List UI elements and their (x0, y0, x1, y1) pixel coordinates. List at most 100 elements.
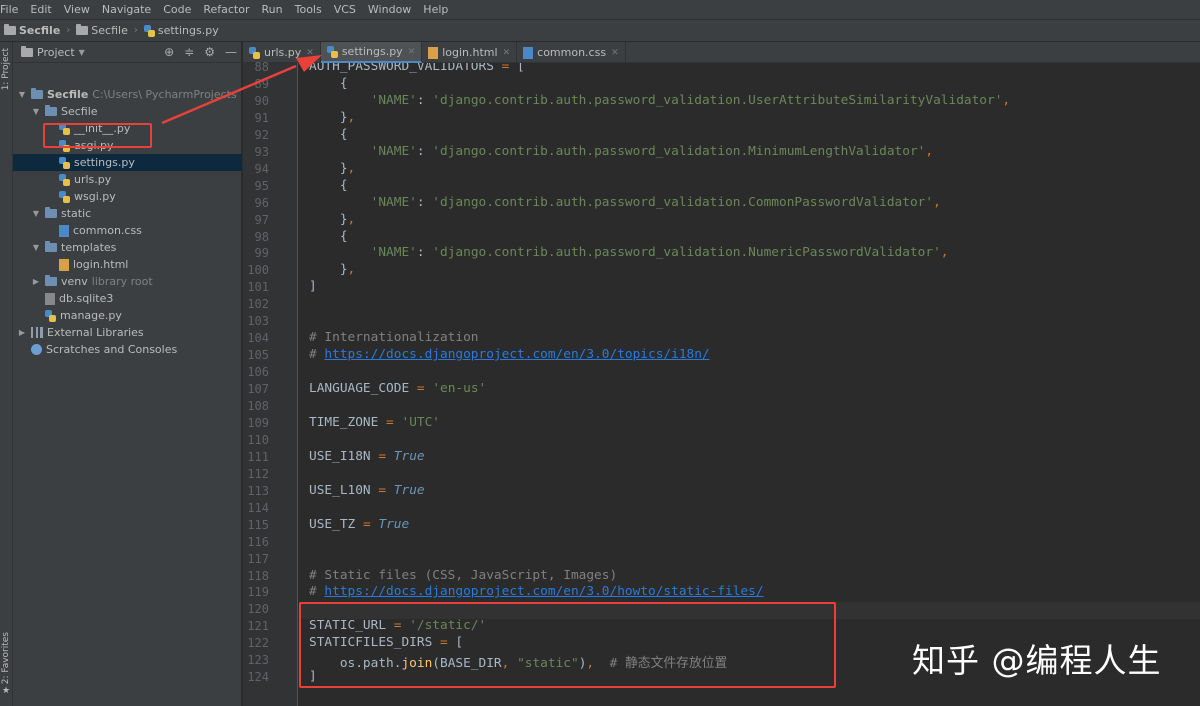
menu-window[interactable]: Window (362, 0, 417, 20)
expanded-arrow-icon[interactable]: ▼ (31, 209, 41, 218)
tree-item[interactable]: login.html (13, 256, 242, 273)
folder-icon (45, 105, 57, 116)
code-line[interactable]: { (309, 127, 348, 142)
tab-label: urls.py (264, 46, 302, 59)
code-line[interactable]: { (309, 229, 348, 244)
menu-file[interactable]: File (0, 0, 24, 20)
line-number: 91 (254, 110, 269, 125)
gear-icon[interactable]: ⚙ (204, 45, 215, 59)
code-line[interactable]: # Static files (CSS, JavaScript, Images) (309, 568, 617, 583)
tree-item-meta: C:\Users\ PycharmProjects (92, 88, 237, 101)
database-file-icon (45, 292, 55, 305)
breadcrumb-item-package[interactable]: Secfile (76, 24, 134, 37)
line-number: 89 (254, 76, 269, 91)
menu-edit[interactable]: Edit (24, 0, 57, 20)
star-icon: ★ (2, 686, 11, 696)
code-line[interactable]: 'NAME': 'django.contrib.auth.password_va… (309, 93, 1011, 108)
tree-item[interactable]: ▶ External Libraries (13, 324, 242, 341)
menu-run[interactable]: Run (256, 0, 289, 20)
tree-item-label: urls.py (74, 173, 112, 186)
html-file-icon (428, 46, 439, 59)
menu-bar: File Edit View Navigate Code Refactor Run Tools… (0, 0, 1200, 20)
code-line[interactable]: 'NAME': 'django.contrib.auth.password_va… (309, 195, 941, 210)
tree-item[interactable]: ▼ Secfile C:\Users\ PycharmProjects (13, 86, 242, 103)
line-number: 108 (247, 399, 269, 413)
line-number: 102 (247, 297, 269, 312)
line-number: 116 (247, 534, 269, 549)
python-file-icon (326, 45, 338, 58)
code-line[interactable]: 'NAME': 'django.contrib.auth.password_va… (309, 245, 949, 260)
expanded-arrow-icon[interactable]: ▼ (17, 90, 27, 99)
code-line[interactable]: }, (309, 161, 355, 176)
menu-navigate[interactable]: Navigate (96, 0, 157, 20)
breadcrumb-separator-icon: › (66, 25, 71, 36)
tree-item[interactable]: ▼ static (13, 205, 242, 222)
minimize-icon[interactable]: — (225, 45, 237, 59)
code-line[interactable]: LANGUAGE_CODE = 'en-us' (309, 381, 486, 396)
collapsed-arrow-icon[interactable]: ▶ (17, 328, 27, 337)
close-icon[interactable]: ✕ (611, 48, 619, 58)
code-line[interactable]: }, (309, 212, 355, 227)
close-icon[interactable]: ✕ (306, 48, 314, 58)
left-tool-stripe: 1: Project 2: Favorites ★ (0, 42, 13, 706)
tab-label: common.css (537, 46, 607, 59)
collapsed-arrow-icon[interactable]: ▶ (31, 277, 41, 286)
line-number: 109 (247, 415, 269, 430)
tree-item[interactable]: Scratches and Consoles (13, 341, 242, 358)
tree-item[interactable]: ▼ templates (13, 239, 242, 256)
chevron-down-icon[interactable]: ▼ (79, 48, 85, 57)
code-line[interactable]: }, (309, 262, 355, 277)
menu-vcs[interactable]: VCS (328, 0, 362, 20)
tab-settings-py[interactable]: settings.py ✕ (320, 42, 423, 63)
code-line[interactable]: # https://docs.djangoproject.com/en/3.0/… (309, 347, 710, 362)
code-line[interactable]: AUTH_PASSWORD_VALIDATORS = [ (309, 63, 525, 74)
tree-item[interactable]: ▼ Secfile (13, 103, 242, 120)
favorites-tool-window-button[interactable]: 2: Favorites (1, 632, 11, 684)
expanded-arrow-icon[interactable]: ▼ (31, 107, 41, 116)
code-line[interactable]: # https://docs.djangoproject.com/en/3.0/… (309, 584, 764, 599)
menu-view[interactable]: View (58, 0, 96, 20)
tree-item-label: static (61, 207, 92, 220)
tree-item[interactable]: common.css (13, 222, 242, 239)
code-line[interactable]: ] (309, 279, 317, 294)
line-number: 100 (247, 263, 269, 278)
code-line[interactable]: USE_L10N = True (309, 483, 425, 498)
python-file-icon (59, 156, 70, 169)
line-number: 103 (247, 314, 269, 329)
breadcrumb-item-project[interactable]: Secfile (4, 24, 66, 37)
code-line[interactable]: 'NAME': 'django.contrib.auth.password_va… (309, 144, 933, 159)
code-line[interactable]: TIME_ZONE = 'UTC' (309, 415, 440, 430)
collapse-all-icon[interactable]: ≑ (184, 45, 194, 59)
editor-tab-bar: urls.py ✕ settings.py ✕ login.html ✕ common.cs… (243, 42, 1200, 63)
code-line[interactable]: # Internationalization (309, 330, 479, 345)
menu-refactor[interactable]: Refactor (197, 0, 255, 20)
expanded-arrow-icon[interactable]: ▼ (31, 243, 41, 252)
code-line[interactable]: { (309, 178, 348, 193)
locate-target-icon[interactable]: ⊕ (164, 45, 174, 59)
menu-help[interactable]: Help (417, 0, 454, 20)
tree-item[interactable]: manage.py (13, 307, 242, 324)
code-line[interactable]: }, (309, 110, 355, 125)
tree-item-label: Secfile (47, 88, 89, 101)
tree-item[interactable]: urls.py (13, 171, 242, 188)
menu-tools[interactable]: Tools (289, 0, 328, 20)
tree-item[interactable]: db.sqlite3 (13, 290, 242, 307)
tree-item[interactable]: wsgi.py (13, 188, 242, 205)
project-tool-window-button[interactable]: 1: Project (1, 48, 11, 90)
tree-item-label: Scratches and Consoles (46, 343, 178, 356)
line-number: 90 (254, 93, 269, 108)
code-line[interactable]: USE_TZ = True (309, 517, 409, 532)
close-icon[interactable]: ✕ (408, 47, 416, 57)
close-icon[interactable]: ✕ (503, 48, 511, 58)
tree-item[interactable]: ▶ venv library root (13, 273, 242, 290)
tree-item[interactable]: settings.py (13, 154, 242, 171)
code-line[interactable]: USE_I18N = True (309, 449, 425, 464)
menu-code[interactable]: Code (157, 0, 197, 20)
project-view-selector[interactable]: Project (37, 46, 75, 59)
tab-login-html[interactable]: login.html ✕ (422, 42, 518, 63)
tab-common-css[interactable]: common.css ✕ (517, 42, 626, 63)
line-number: 95 (254, 178, 269, 193)
breadcrumb-item-file[interactable]: settings.py (143, 24, 225, 37)
library-icon (31, 327, 43, 338)
code-line[interactable]: { (309, 76, 348, 91)
